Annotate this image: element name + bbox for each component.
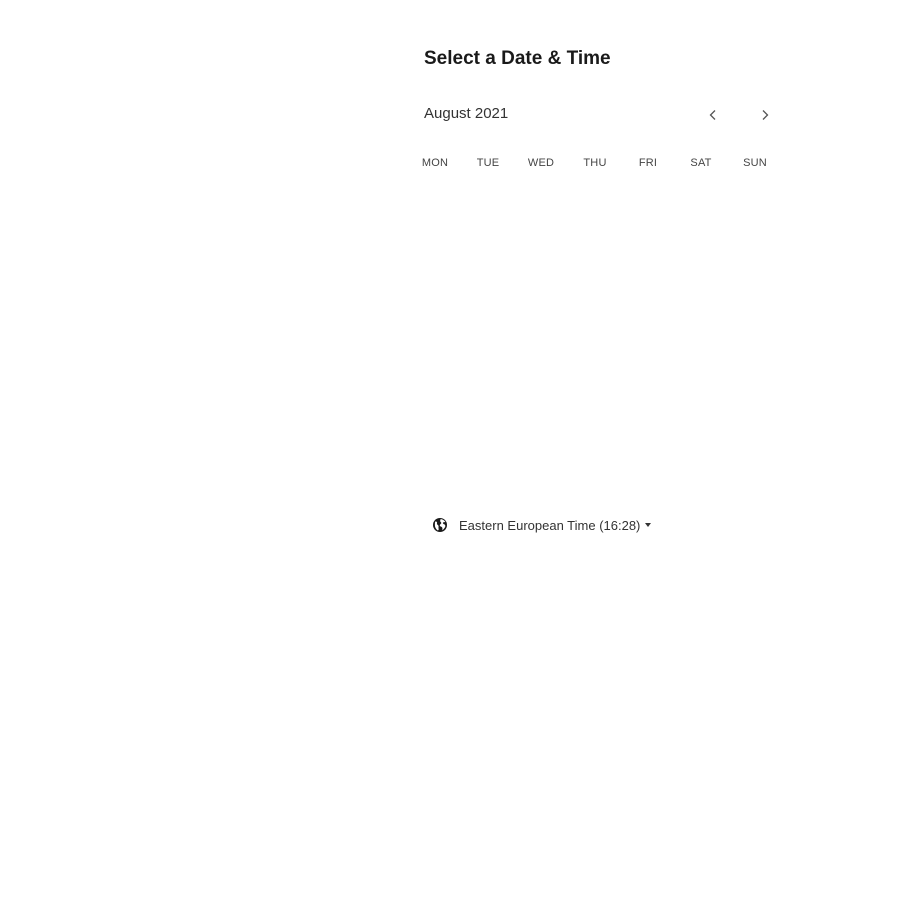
page-title: Select a Date & Time [424,48,611,69]
weekday-wed: WED [527,157,555,169]
caret-down-icon [645,523,652,527]
chevron-right-icon [762,110,769,120]
weekday-tue: TUE [476,157,500,169]
next-month-button[interactable] [754,104,776,126]
booking-panel: Select a Date & Time August 2021 MON TUE… [422,0,784,900]
month-label: August 2021 [424,105,509,122]
weekday-fri: FRI [638,157,658,169]
month-navigation: August 2021 [424,104,776,126]
previous-month-button[interactable] [702,104,724,126]
chevron-left-icon [709,110,716,120]
weekday-thu: THU [583,157,607,169]
weekday-sat: SAT [690,157,712,169]
weekday-sun: SUN [743,157,767,169]
timezone-selector[interactable]: Eastern European Time (16:28) [432,515,652,535]
page: Select a Date & Time August 2021 MON TUE… [0,0,900,900]
globe-icon [433,518,447,532]
weekday-header: MON TUE WED THU FRI SAT SUN [422,157,778,173]
weekday-mon: MON [421,157,449,169]
timezone-label: Eastern European Time (16:28) [459,517,641,533]
